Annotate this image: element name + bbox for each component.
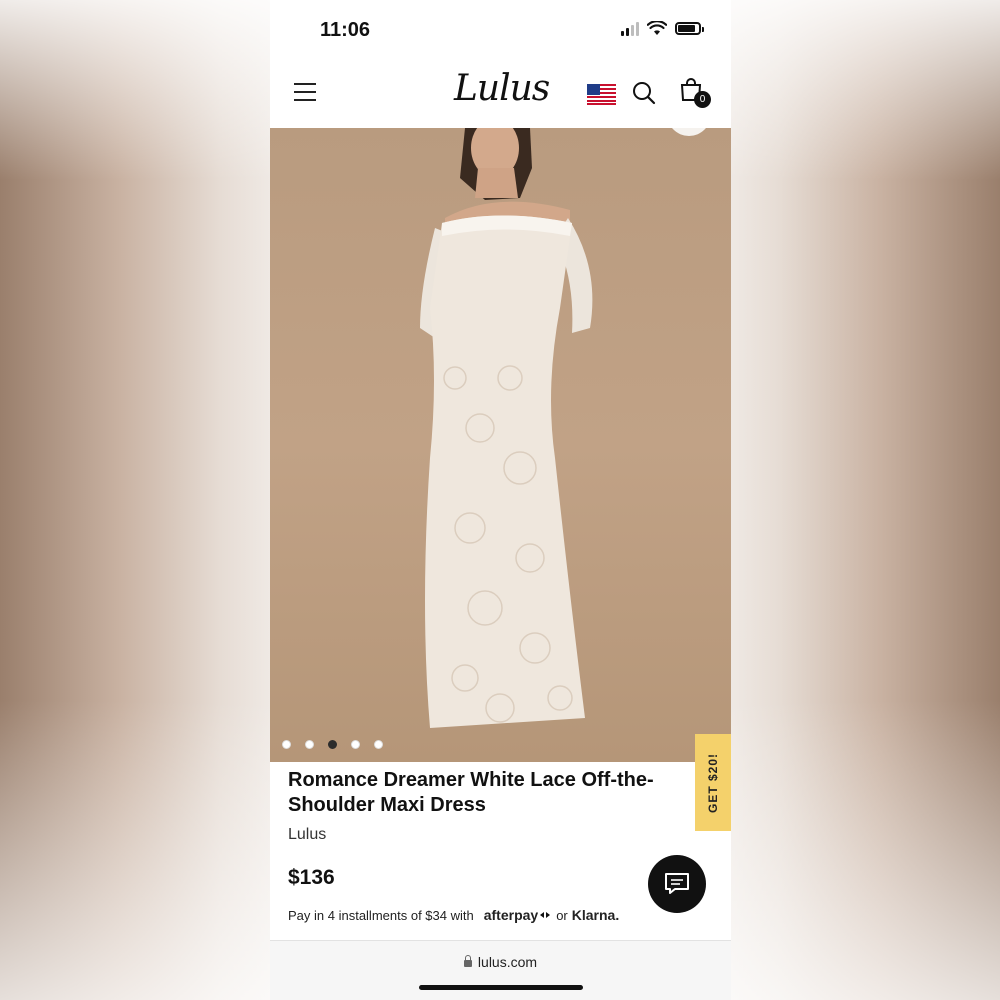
carousel-dot[interactable] bbox=[351, 740, 360, 749]
carousel-dot[interactable] bbox=[374, 740, 383, 749]
status-time: 11:06 bbox=[320, 19, 371, 41]
installments-text: Pay in 4 installments of $34 with bbox=[288, 907, 474, 923]
carousel-dot[interactable] bbox=[305, 740, 314, 749]
klarna-logo[interactable]: Klarna. bbox=[572, 907, 619, 923]
dress-illustration bbox=[420, 128, 593, 728]
home-indicator[interactable] bbox=[419, 985, 583, 990]
url-text: lulus.com bbox=[477, 954, 538, 970]
url-display[interactable]: lulus.com bbox=[270, 954, 731, 970]
cart-count-badge: 0 bbox=[694, 91, 711, 108]
battery-icon bbox=[675, 22, 704, 35]
installments-info: Pay in 4 installments of $34 with afterp… bbox=[288, 907, 619, 923]
shopping-bag-icon[interactable]: 0 bbox=[680, 78, 712, 110]
carousel-dot-active[interactable] bbox=[328, 740, 337, 749]
afterpay-arrows-icon bbox=[540, 912, 551, 918]
image-carousel-dots bbox=[282, 740, 383, 749]
carousel-dot[interactable] bbox=[282, 740, 291, 749]
lock-icon bbox=[463, 955, 472, 967]
status-icons bbox=[621, 21, 704, 36]
signal-icon bbox=[621, 21, 639, 36]
afterpay-logo[interactable]: afterpay bbox=[484, 907, 538, 923]
top-nav: Lulus 0 bbox=[270, 60, 731, 128]
phone-screen: 11:06 Lulus 0 GET $20! Romance Dreamer W… bbox=[270, 0, 731, 1000]
product-price: $136 bbox=[288, 866, 335, 889]
get-20-promo-tab[interactable]: GET $20! bbox=[695, 734, 731, 831]
flag-us-icon[interactable] bbox=[587, 84, 616, 105]
chat-button[interactable] bbox=[648, 855, 706, 913]
wifi-icon bbox=[647, 21, 667, 35]
product-title: Romance Dreamer White Lace Off-the-Shoul… bbox=[288, 769, 654, 816]
promo-label: GET $20! bbox=[706, 752, 720, 813]
logo[interactable]: Lulus bbox=[454, 68, 550, 109]
or-text: or bbox=[556, 907, 568, 923]
chat-icon bbox=[665, 873, 689, 894]
search-icon[interactable] bbox=[632, 81, 656, 105]
menu-icon[interactable] bbox=[294, 83, 316, 101]
browser-url-bar[interactable]: lulus.com bbox=[270, 940, 731, 1000]
product-brand[interactable]: Lulus bbox=[288, 826, 326, 844]
product-image[interactable] bbox=[270, 128, 731, 762]
